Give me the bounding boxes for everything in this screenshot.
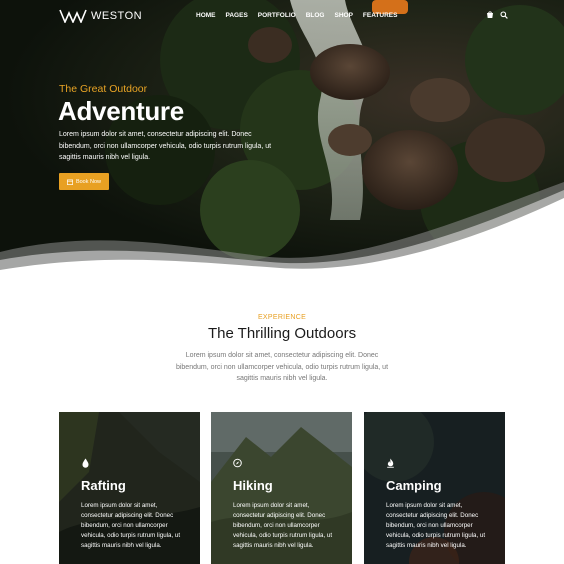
menu-item-home[interactable]: HOME <box>196 12 216 19</box>
section-eyebrow: EXPERIENCE <box>257 314 307 321</box>
hero-description: Lorem ipsum dolor sit amet, consectetur … <box>59 131 272 161</box>
card-hiking[interactable]: Hiking Lorem ipsum dolor sit amet, conse… <box>211 412 352 564</box>
page: WESTON HOME PAGES PORTFOLIO BLOG SHOP FE… <box>0 0 564 564</box>
water-drop-icon <box>82 458 89 468</box>
card-camping-text: Lorem ipsum dolor sit amet, consectetur … <box>386 502 486 549</box>
card-rafting-text: Lorem ipsum dolor sit amet, consectetur … <box>81 502 181 549</box>
card-rafting[interactable]: Rafting Lorem ipsum dolor sit amet, cons… <box>59 412 200 564</box>
card-hiking-title: Hiking <box>233 478 273 493</box>
hero-section: WESTON HOME PAGES PORTFOLIO BLOG SHOP FE… <box>0 0 564 275</box>
main-menu: HOME PAGES PORTFOLIO BLOG SHOP FEATURES <box>196 12 407 19</box>
cart-icon[interactable] <box>486 11 494 19</box>
menu-item-shop[interactable]: SHOP <box>334 12 352 19</box>
menu-item-pages[interactable]: PAGES <box>226 12 248 19</box>
flame-icon <box>387 458 394 468</box>
card-hiking-text: Lorem ipsum dolor sit amet, consectetur … <box>233 502 333 549</box>
hero-title: Adventure <box>58 96 184 126</box>
menu-item-portfolio[interactable]: PORTFOLIO <box>258 12 296 19</box>
section-description: Lorem ipsum dolor sit amet, consectetur … <box>175 352 389 382</box>
card-rafting-title: Rafting <box>81 478 126 493</box>
hero-subtitle: The Great Outdoor <box>59 83 148 95</box>
top-navigation: WESTON HOME PAGES PORTFOLIO BLOG SHOP FE… <box>0 0 564 34</box>
card-camping-title: Camping <box>386 478 442 493</box>
brand-name: WESTON <box>91 10 143 22</box>
hero-wave-divider <box>0 182 564 275</box>
menu-item-features[interactable]: FEATURES <box>363 12 398 19</box>
nav-icons <box>486 11 508 19</box>
section-title: The Thrilling Outdoors <box>207 325 357 342</box>
brand-logo[interactable]: WESTON <box>59 9 142 23</box>
card-camping[interactable]: Camping Lorem ipsum dolor sit amet, cons… <box>364 412 505 564</box>
search-icon[interactable] <box>500 11 508 19</box>
logo-icon <box>59 9 87 23</box>
compass-icon <box>233 458 242 468</box>
menu-item-blog[interactable]: BLOG <box>306 12 325 19</box>
